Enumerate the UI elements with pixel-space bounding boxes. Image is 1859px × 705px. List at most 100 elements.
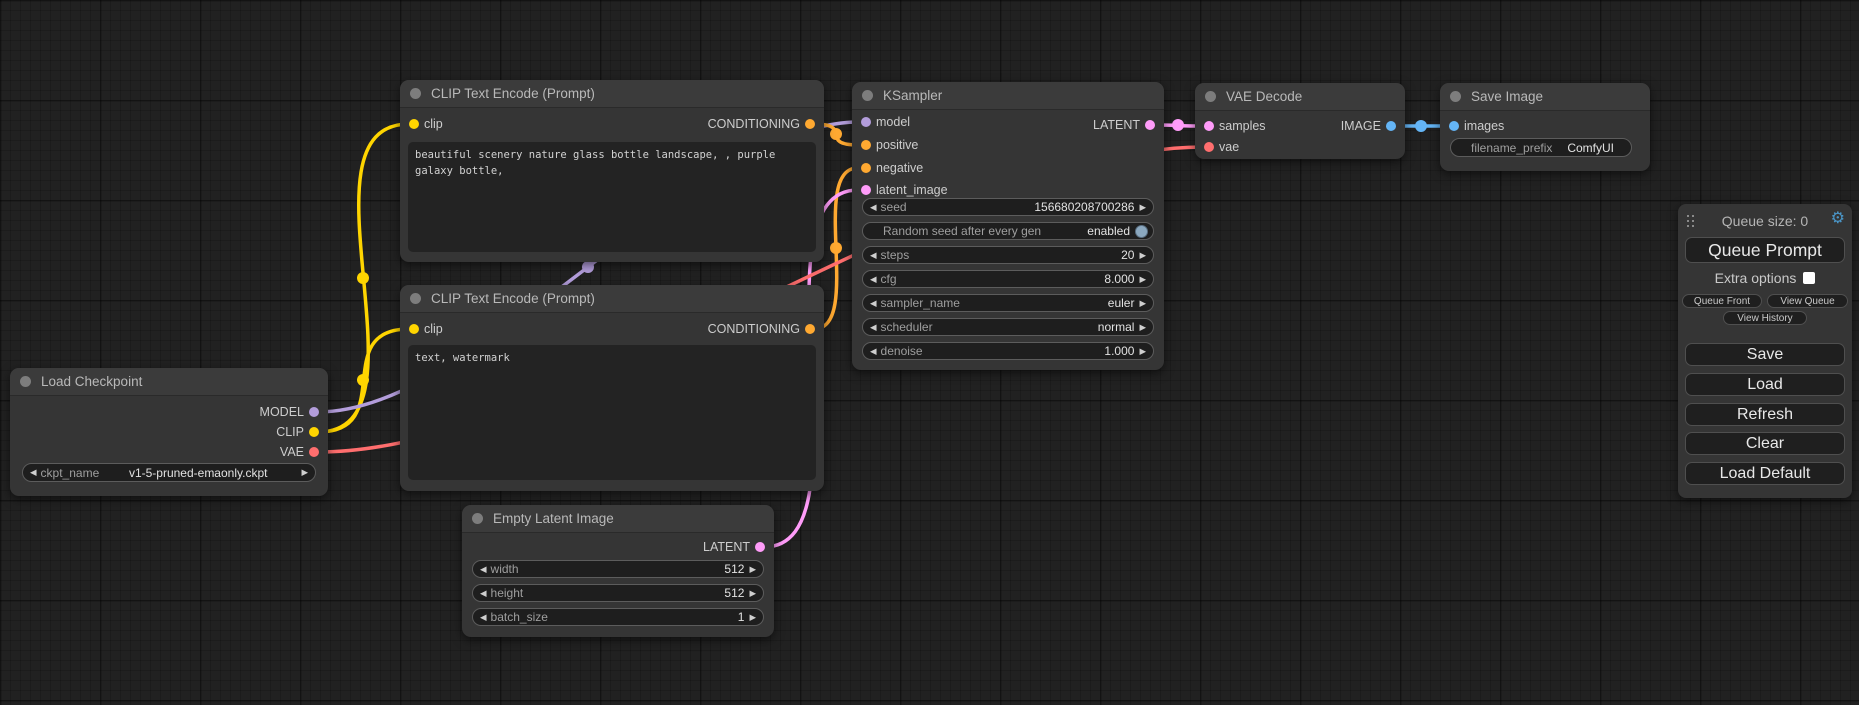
increment-arrow-icon[interactable]: ▶ xyxy=(1139,323,1146,332)
output-slot-vae[interactable]: VAE xyxy=(280,443,324,461)
node-load-checkpoint[interactable]: Load Checkpoint MODEL CLIP VAE ◀ ckpt_na… xyxy=(10,368,328,496)
decrement-arrow-icon[interactable]: ◀ xyxy=(870,323,877,332)
collapse-dot-icon[interactable] xyxy=(410,88,421,99)
vae-port-icon[interactable] xyxy=(1204,142,1214,152)
latent-port-icon[interactable] xyxy=(861,185,871,195)
collapse-dot-icon[interactable] xyxy=(410,293,421,304)
decrement-arrow-icon[interactable]: ◀ xyxy=(870,251,877,260)
collapse-dot-icon[interactable] xyxy=(20,376,31,387)
increment-arrow-icon[interactable]: ▶ xyxy=(1139,275,1146,284)
decrement-arrow-icon[interactable]: ◀ xyxy=(30,468,37,477)
clear-button[interactable]: Clear xyxy=(1685,432,1845,455)
increment-arrow-icon[interactable]: ▶ xyxy=(749,613,756,622)
node-title-bar[interactable]: KSampler xyxy=(852,82,1164,110)
input-slot-images[interactable]: images xyxy=(1444,117,1504,135)
model-port-icon[interactable] xyxy=(861,117,871,127)
input-slot-clip[interactable]: clip xyxy=(404,115,443,133)
decrement-arrow-icon[interactable]: ◀ xyxy=(870,275,877,284)
widget-seed[interactable]: ◀ seed 156680208700286 ▶ xyxy=(862,198,1154,216)
queue-prompt-button[interactable]: Queue Prompt xyxy=(1685,237,1845,263)
output-slot-model[interactable]: MODEL xyxy=(260,403,324,421)
view-history-button[interactable]: View History xyxy=(1723,311,1807,325)
queue-front-button[interactable]: Queue Front xyxy=(1682,294,1762,308)
input-slot-samples[interactable]: samples xyxy=(1199,117,1266,135)
output-slot-clip[interactable]: CLIP xyxy=(276,423,324,441)
collapse-dot-icon[interactable] xyxy=(1205,91,1216,102)
input-slot-model[interactable]: model xyxy=(856,113,910,131)
input-slot-latent-image[interactable]: latent_image xyxy=(856,181,948,199)
load-default-button[interactable]: Load Default xyxy=(1685,462,1845,485)
collapse-dot-icon[interactable] xyxy=(1450,91,1461,102)
latent-port-icon[interactable] xyxy=(755,542,765,552)
output-slot-latent[interactable]: LATENT xyxy=(1093,116,1160,134)
decrement-arrow-icon[interactable]: ◀ xyxy=(870,299,877,308)
clip-port-icon[interactable] xyxy=(409,324,419,334)
node-title-bar[interactable]: CLIP Text Encode (Prompt) xyxy=(400,80,824,108)
image-port-icon[interactable] xyxy=(1449,121,1459,131)
node-title-bar[interactable]: CLIP Text Encode (Prompt) xyxy=(400,285,824,313)
widget-filename-prefix[interactable]: filename_prefix ComfyUI xyxy=(1450,138,1632,157)
node-ksampler[interactable]: KSampler model positive negative latent_… xyxy=(852,82,1164,370)
decrement-arrow-icon[interactable]: ◀ xyxy=(480,589,487,598)
increment-arrow-icon[interactable]: ▶ xyxy=(1139,347,1146,356)
node-clip-text-encode-negative[interactable]: CLIP Text Encode (Prompt) clip CONDITION… xyxy=(400,285,824,491)
input-slot-clip[interactable]: clip xyxy=(404,320,443,338)
positive-prompt-textarea[interactable]: beautiful scenery nature glass bottle la… xyxy=(408,142,816,252)
view-queue-button[interactable]: View Queue xyxy=(1767,294,1848,308)
decrement-arrow-icon[interactable]: ◀ xyxy=(870,347,877,356)
increment-arrow-icon[interactable]: ▶ xyxy=(1139,203,1146,212)
toggle-enabled-icon[interactable] xyxy=(1135,225,1148,238)
latent-port-icon[interactable] xyxy=(1145,120,1155,130)
input-slot-negative[interactable]: negative xyxy=(856,159,923,177)
node-title-bar[interactable]: Empty Latent Image xyxy=(462,505,774,533)
conditioning-port-icon[interactable] xyxy=(861,140,871,150)
increment-arrow-icon[interactable]: ▶ xyxy=(1139,299,1146,308)
widget-scheduler[interactable]: ◀ scheduler normal ▶ xyxy=(862,318,1154,336)
node-title-bar[interactable]: VAE Decode xyxy=(1195,83,1405,111)
node-title-bar[interactable]: Load Checkpoint xyxy=(10,368,328,396)
widget-cfg[interactable]: ◀ cfg 8.000 ▶ xyxy=(862,270,1154,288)
conditioning-port-icon[interactable] xyxy=(805,324,815,334)
clip-port-icon[interactable] xyxy=(309,427,319,437)
save-button[interactable]: Save xyxy=(1685,343,1845,366)
widget-steps[interactable]: ◀ steps 20 ▶ xyxy=(862,246,1154,264)
conditioning-port-icon[interactable] xyxy=(805,119,815,129)
input-slot-vae[interactable]: vae xyxy=(1199,138,1239,156)
gear-icon[interactable]: ⚙ xyxy=(1831,208,1845,230)
output-slot-latent[interactable]: LATENT xyxy=(703,538,770,556)
collapse-dot-icon[interactable] xyxy=(862,90,873,101)
refresh-button[interactable]: Refresh xyxy=(1685,403,1845,426)
increment-arrow-icon[interactable]: ▶ xyxy=(749,565,756,574)
node-vae-decode[interactable]: VAE Decode samples vae IMAGE xyxy=(1195,83,1405,159)
widget-batch-size[interactable]: ◀ batch_size 1 ▶ xyxy=(472,608,764,626)
node-graph-canvas[interactable]: Load Checkpoint MODEL CLIP VAE ◀ ckpt_na… xyxy=(0,0,1859,705)
input-slot-positive[interactable]: positive xyxy=(856,136,918,154)
increment-arrow-icon[interactable]: ▶ xyxy=(301,468,308,477)
output-slot-conditioning[interactable]: CONDITIONING xyxy=(708,115,820,133)
extra-options-checkbox[interactable] xyxy=(1803,272,1815,284)
node-title-bar[interactable]: Save Image xyxy=(1440,83,1650,111)
increment-arrow-icon[interactable]: ▶ xyxy=(749,589,756,598)
image-port-icon[interactable] xyxy=(1386,121,1396,131)
decrement-arrow-icon[interactable]: ◀ xyxy=(870,203,877,212)
widget-height[interactable]: ◀ height 512 ▶ xyxy=(472,584,764,602)
negative-prompt-textarea[interactable]: text, watermark xyxy=(408,345,816,480)
widget-sampler-name[interactable]: ◀ sampler_name euler ▶ xyxy=(862,294,1154,312)
node-clip-text-encode-positive[interactable]: CLIP Text Encode (Prompt) clip CONDITION… xyxy=(400,80,824,262)
widget-random-seed-toggle[interactable]: Random seed after every gen enabled xyxy=(862,222,1154,240)
clip-port-icon[interactable] xyxy=(409,119,419,129)
widget-width[interactable]: ◀ width 512 ▶ xyxy=(472,560,764,578)
vae-port-icon[interactable] xyxy=(309,447,319,457)
output-slot-image[interactable]: IMAGE xyxy=(1341,117,1401,135)
conditioning-port-icon[interactable] xyxy=(861,163,871,173)
collapse-dot-icon[interactable] xyxy=(472,513,483,524)
widget-ckpt-name[interactable]: ◀ ckpt_name v1-5-pruned-emaonly.ckpt ▶ xyxy=(22,463,316,482)
load-button[interactable]: Load xyxy=(1685,373,1845,396)
latent-port-icon[interactable] xyxy=(1204,121,1214,131)
node-empty-latent-image[interactable]: Empty Latent Image LATENT ◀ width 512 ▶ … xyxy=(462,505,774,637)
output-slot-conditioning[interactable]: CONDITIONING xyxy=(708,320,820,338)
decrement-arrow-icon[interactable]: ◀ xyxy=(480,613,487,622)
increment-arrow-icon[interactable]: ▶ xyxy=(1139,251,1146,260)
widget-denoise[interactable]: ◀ denoise 1.000 ▶ xyxy=(862,342,1154,360)
node-save-image[interactable]: Save Image images filename_prefix ComfyU… xyxy=(1440,83,1650,171)
